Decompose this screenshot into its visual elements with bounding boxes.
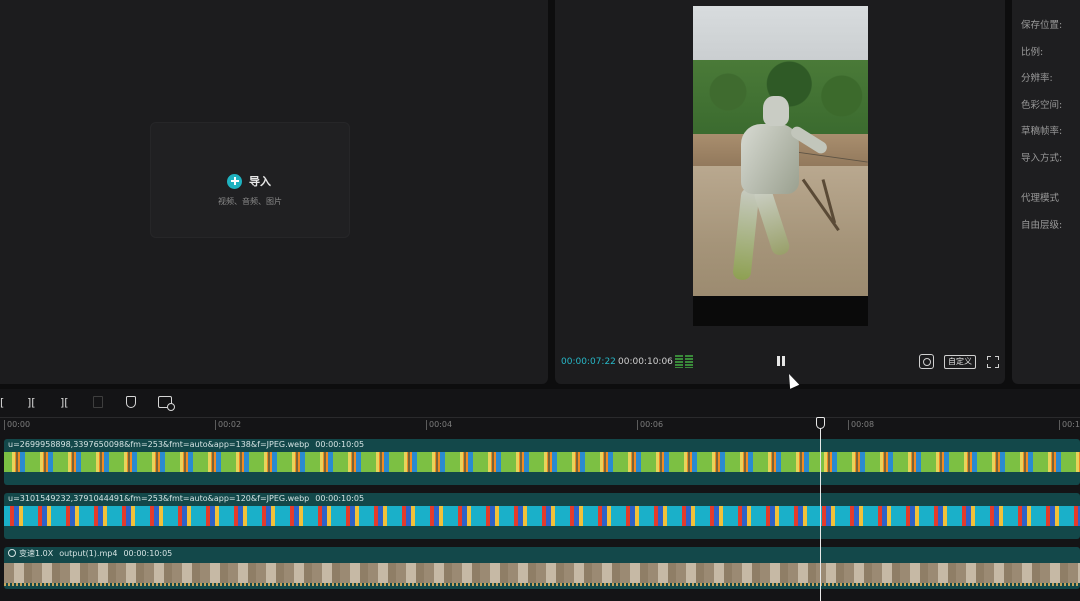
letterbox-bar xyxy=(693,296,868,326)
speed-icon xyxy=(8,549,16,557)
preview-sky xyxy=(693,6,868,66)
clip-thumbnail-dividers xyxy=(4,452,1080,472)
trim-left-icon[interactable]: ][ xyxy=(27,396,36,410)
ruler-tick: 00:02 xyxy=(215,420,241,430)
player-panel: 00:00:07:22 00:00:10:06 自定义 xyxy=(555,0,1005,384)
fit-view-icon[interactable] xyxy=(919,354,934,369)
delete-icon[interactable] xyxy=(93,396,103,408)
total-timecode: 00:00:10:06 xyxy=(618,357,673,367)
import-row: 导入 xyxy=(227,173,271,189)
clip-label: u=3101549232,3791044491&fm=253&fmt=auto&… xyxy=(8,494,364,503)
robot-head xyxy=(763,96,789,126)
ruler-tick: 00:00 xyxy=(4,420,30,430)
timeline-ruler[interactable]: 00:00 00:02 00:04 00:06 00:08 00:1 xyxy=(0,417,1080,433)
property-free-layer: 自由层级: xyxy=(1021,220,1063,231)
clip-name: u=3101549232,3791044491&fm=253&fmt=auto&… xyxy=(8,494,310,503)
current-timecode: 00:00:07:22 xyxy=(561,357,616,367)
pause-icon[interactable] xyxy=(776,356,786,367)
playhead-handle[interactable] xyxy=(816,417,825,429)
media-panel: 导入 视频、音频、图片 xyxy=(0,0,548,384)
property-color-space: 色彩空间: xyxy=(1021,100,1063,111)
clip-thumbnails xyxy=(4,563,1080,583)
import-button[interactable]: 导入 视频、音频、图片 xyxy=(150,122,350,238)
clip-duration: 00:00:10:05 xyxy=(315,494,365,503)
playhead-line[interactable] xyxy=(820,424,821,601)
clip-name: u=2699958898,3397650098&fm=253&fmt=auto&… xyxy=(8,440,310,449)
trim-right-icon[interactable]: ][ xyxy=(60,396,69,410)
import-sub-label: 视频、音频、图片 xyxy=(218,197,282,206)
draft-properties-panel: 保存位置: 比例: 分辨率: 色彩空间: 草稿帧率: 导入方式: 代理模式 自由… xyxy=(1012,0,1080,384)
property-save-location: 保存位置: xyxy=(1021,20,1063,31)
timeline-tracks: u=2699958898,3397650098&fm=253&fmt=auto&… xyxy=(0,433,1080,601)
clip-label: u=2699958898,3397650098&fm=253&fmt=auto&… xyxy=(8,440,364,449)
property-frame-rate: 草稿帧率: xyxy=(1021,126,1063,137)
plus-icon xyxy=(227,173,242,189)
audio-level-meter-icon xyxy=(675,355,693,368)
property-proxy-mode: 代理模式 xyxy=(1021,193,1060,204)
image-clip-2[interactable]: u=3101549232,3791044491&fm=253&fmt=auto&… xyxy=(4,493,1080,539)
ruler-tick: 00:06 xyxy=(637,420,663,430)
mark-icon[interactable] xyxy=(126,396,136,408)
property-import-mode: 导入方式: xyxy=(1021,153,1063,164)
ratio-button[interactable]: 自定义 xyxy=(944,355,976,369)
ruler-tick: 00:04 xyxy=(426,420,452,430)
video-clip-main[interactable]: 变速1.0X output(1).mp4 00:00:10:05 xyxy=(4,547,1080,589)
clip-duration: 00:00:10:05 xyxy=(123,549,173,558)
clip-thumbnails xyxy=(4,506,1080,526)
clip-name: output(1).mp4 xyxy=(59,549,118,558)
freeze-frame-icon[interactable] xyxy=(158,396,175,411)
audio-waveform xyxy=(4,583,1080,586)
ruler-tick: 00:08 xyxy=(848,420,874,430)
split-icon[interactable]: [ xyxy=(0,396,4,410)
property-resolution: 分辨率: xyxy=(1021,73,1053,84)
image-clip-1[interactable]: u=2699958898,3397650098&fm=253&fmt=auto&… xyxy=(4,439,1080,485)
ruler-tick: 00:1 xyxy=(1059,420,1080,430)
clip-label: 变速1.0X output(1).mp4 00:00:10:05 xyxy=(8,548,172,559)
clip-duration: 00:00:10:05 xyxy=(315,440,365,449)
clip-speed: 变速1.0X xyxy=(19,549,54,558)
fullscreen-icon[interactable] xyxy=(987,356,999,368)
import-label: 导入 xyxy=(249,175,271,188)
property-ratio: 比例: xyxy=(1021,47,1044,58)
video-preview[interactable] xyxy=(693,6,868,326)
